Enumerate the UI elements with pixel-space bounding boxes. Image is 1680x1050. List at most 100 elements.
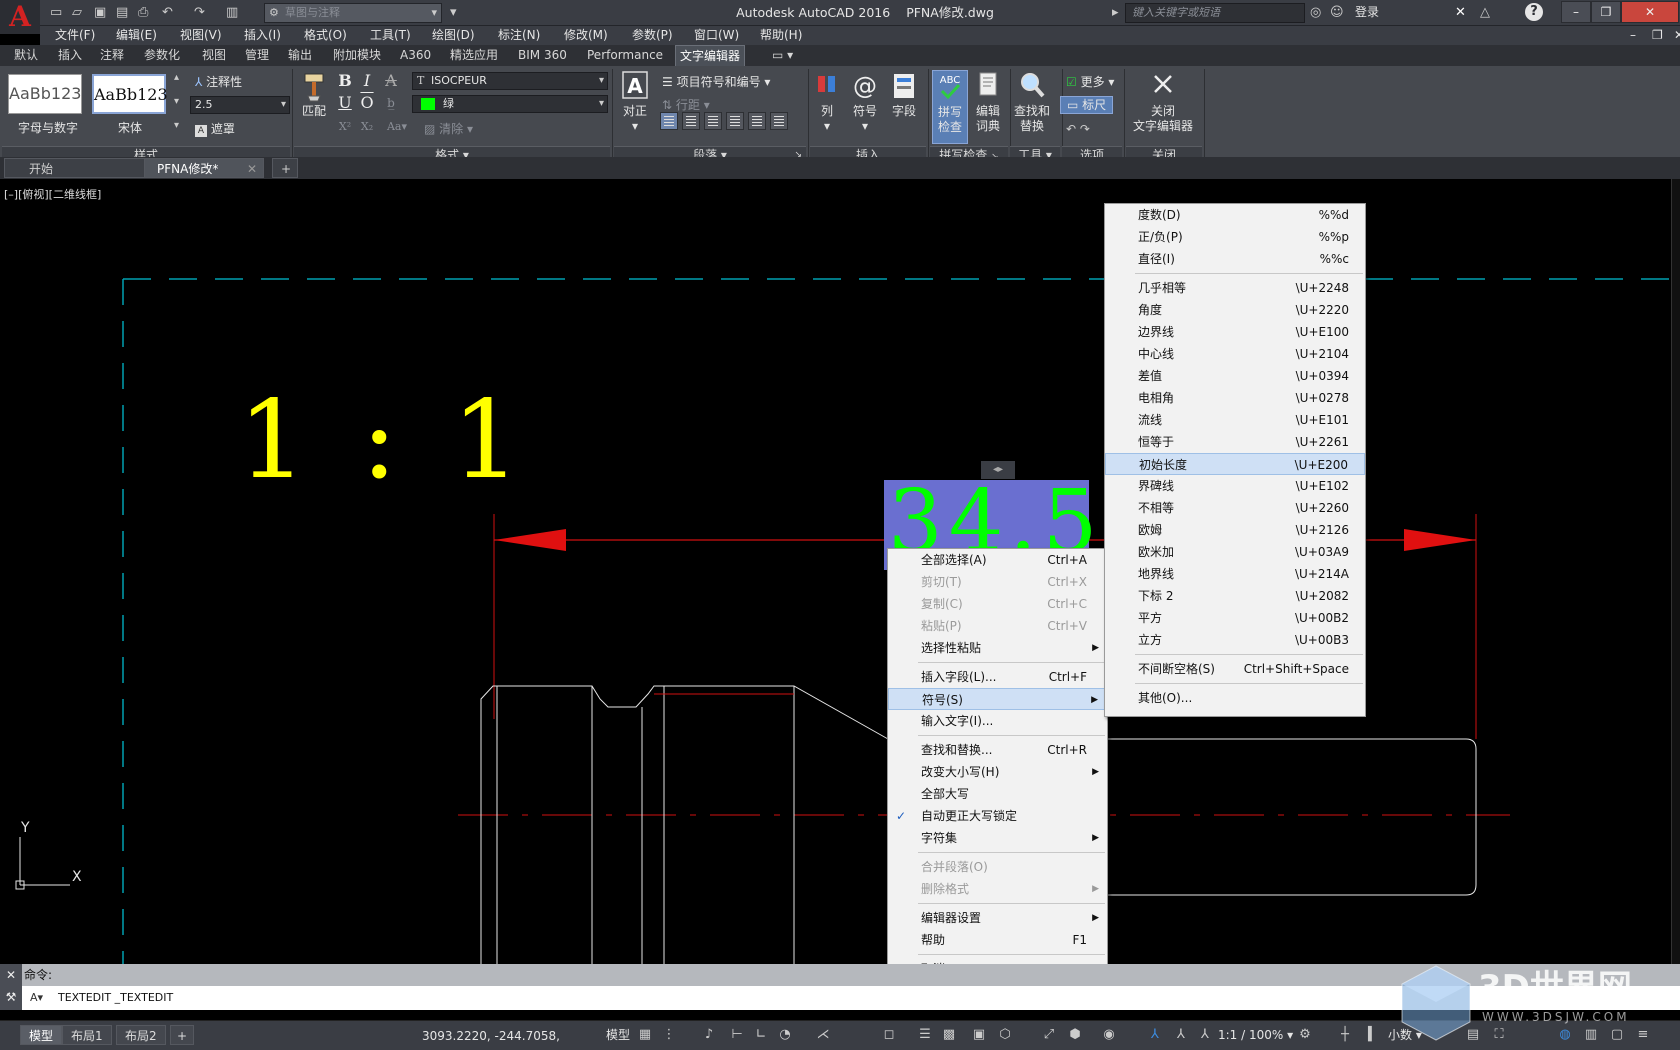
binoculars-icon[interactable]: ◎ <box>1310 3 1321 23</box>
gizmo-icon[interactable]: ◉ <box>1100 1026 1118 1044</box>
user-icon[interactable]: ☺ <box>1330 3 1344 23</box>
stack-icon[interactable]: b̲ <box>382 94 400 112</box>
italic-button[interactable]: I <box>358 72 376 90</box>
selection-filter-icon[interactable]: ⬢ <box>1066 1026 1084 1044</box>
save-icon[interactable]: ▣ <box>94 3 106 23</box>
close-command-icon[interactable]: ✕ <box>0 964 22 986</box>
3d-osnap-icon[interactable]: ⬡ <box>996 1026 1014 1044</box>
align-default-button[interactable] <box>660 112 678 130</box>
underline-button[interactable]: U <box>336 94 354 112</box>
symbol-menu-item[interactable]: 边界线 \U+E100 <box>1105 321 1365 343</box>
context-menu-item[interactable]: 插入字段(L)... Ctrl+F <box>888 666 1107 688</box>
superscript-button[interactable]: X² <box>336 118 354 136</box>
restore-icon[interactable]: ❐ <box>1591 1 1621 23</box>
symbol-menu-item[interactable]: 界碑线 \U+E102 <box>1105 475 1365 497</box>
add-layout-button[interactable]: + <box>170 1025 195 1045</box>
context-menu-item[interactable]: 查找和替换... Ctrl+R <box>888 739 1107 761</box>
text-height-input[interactable]: 2.5 <box>190 96 290 114</box>
tab-a360[interactable]: A360 <box>400 45 431 66</box>
dynamic-input-icon[interactable]: ⊢ <box>728 1026 746 1044</box>
symbol-menu-item[interactable]: 恒等于 \U+2261 <box>1105 431 1365 453</box>
bold-button[interactable]: B <box>336 72 354 90</box>
symbol-menu-item[interactable]: 其他(O)... <box>1105 687 1365 709</box>
strikethrough-button[interactable]: A <box>382 72 400 90</box>
line-spacing-button[interactable]: ⇅ 行距 ▾ <box>662 97 710 113</box>
symbol-menu-item[interactable]: 角度 \U+2220 <box>1105 299 1365 321</box>
overline-button[interactable]: O <box>358 94 376 112</box>
snap-icon[interactable]: ⋮ <box>660 1026 678 1044</box>
match-button[interactable]: 匹配 <box>296 70 332 119</box>
menu-help[interactable]: 帮助(H) <box>760 26 802 45</box>
align-distribute-button[interactable] <box>770 112 788 130</box>
menu-insert[interactable]: 插入(I) <box>244 26 281 45</box>
align-center-button[interactable] <box>704 112 722 130</box>
tab-bim360[interactable]: BIM 360 <box>518 45 567 66</box>
symbol-menu-item[interactable]: 欧姆 \U+2126 <box>1105 519 1365 541</box>
ruler-toggle[interactable]: ▭ 标尺 <box>1060 96 1114 114</box>
color-dropdown[interactable]: 绿 <box>412 95 608 113</box>
tab-insert[interactable]: 插入 <box>58 45 82 66</box>
menu-parametric[interactable]: 参数(P) <box>632 26 673 45</box>
workspace-switch-icon[interactable]: ⚙ <box>1296 1026 1314 1044</box>
tab-default[interactable]: 默认 <box>14 45 38 66</box>
symbol-menu-item[interactable]: 初始长度 \U+E200 <box>1105 453 1365 475</box>
new-tab-button[interactable]: + <box>272 158 298 178</box>
customize-quickaccess-icon[interactable]: ▾ <box>450 3 457 23</box>
tab-addins[interactable]: 附加模块 <box>333 45 381 66</box>
more-options-button[interactable]: ☑ 更多 ▾ <box>1066 74 1114 90</box>
annotation-monitor-icon[interactable]: ┼ <box>1336 1026 1354 1044</box>
context-menu-item[interactable]: 编辑器设置 ▶ <box>888 907 1107 929</box>
units-icon[interactable]: ▍ <box>1364 1026 1382 1044</box>
coordinates-display[interactable]: 3093.2220, -244.7058, 0.0000 <box>422 1025 600 1047</box>
symbol-menu-item[interactable]: 地界线 \U+214A <box>1105 563 1365 585</box>
menu-view[interactable]: 视图(V) <box>180 26 222 45</box>
clear-format-button[interactable]: ▨ 清除 ▾ <box>424 121 473 137</box>
tab-annotate[interactable]: 注释 <box>100 45 124 66</box>
spell-check-button[interactable]: ABC 拼写 检查 <box>932 70 968 144</box>
workspace-dropdown[interactable]: ⚙ 草图与注释 <box>264 3 442 23</box>
font-dropdown[interactable]: T ISOCPEUR <box>412 72 608 90</box>
align-right-button[interactable] <box>726 112 744 130</box>
share-icon[interactable]: ▥ <box>226 3 238 23</box>
menu-draw[interactable]: 绘图(D) <box>432 26 475 45</box>
save-as-icon[interactable]: ▤ <box>116 3 128 23</box>
transparency-icon[interactable]: ▩ <box>940 1026 958 1044</box>
symbol-menu-item[interactable]: 差值 \U+0394 <box>1105 365 1365 387</box>
lineweight-icon[interactable]: ☰ <box>916 1026 934 1044</box>
symbol-menu-item[interactable]: 中心线 \U+2104 <box>1105 343 1365 365</box>
model-space-toggle[interactable]: 模型 <box>606 1026 630 1044</box>
auto-scale-icon[interactable]: ⅄ <box>1172 1026 1190 1044</box>
symbol-menu-item[interactable]: 度数(D) %%d <box>1105 204 1365 226</box>
context-menu-item[interactable]: 输入文字(I)... <box>888 710 1107 732</box>
new-icon[interactable]: ▭ <box>50 3 62 23</box>
application-menu-button[interactable]: A <box>0 0 40 34</box>
symbol-menu-item[interactable]: 不相等 \U+2260 <box>1105 497 1365 519</box>
menu-modify[interactable]: 修改(M) <box>564 26 608 45</box>
symbol-button[interactable]: @ 符号 ▾ <box>848 70 882 134</box>
symbol-menu-item[interactable]: 电相角 \U+0278 <box>1105 387 1365 409</box>
isodraft-icon[interactable]: ⋌ <box>814 1026 832 1044</box>
subscript-button[interactable]: X₂ <box>358 118 376 136</box>
ortho-icon[interactable]: ∟ <box>752 1026 770 1044</box>
vertical-scrollbar[interactable] <box>1671 179 1680 964</box>
style-sample-alphanumeric[interactable]: AaBb123 <box>8 74 82 114</box>
infer-icon[interactable]: ♪ <box>700 1026 718 1044</box>
style-scroll-down-icon[interactable]: ▾ <box>174 96 179 108</box>
menu-format[interactable]: 格式(O) <box>304 26 347 45</box>
tab-output[interactable]: 输出 <box>288 45 312 66</box>
menu-file[interactable]: 文件(F) <box>55 26 95 45</box>
open-icon[interactable]: ▱ <box>72 3 82 23</box>
style-sample-songti[interactable]: AaBb123 <box>92 74 168 114</box>
symbol-menu-item[interactable]: 不间断空格(S) Ctrl+Shift+Space <box>1105 658 1365 680</box>
symbol-menu-item[interactable]: 下标 2 \U+2082 <box>1105 585 1365 607</box>
help-search-input[interactable]: 键入关键字或短语 <box>1125 3 1305 23</box>
mask-button[interactable]: A 遮罩 <box>195 121 235 137</box>
symbol-menu-item[interactable]: 几乎相等 \U+2248 <box>1105 277 1365 299</box>
annotative-toggle[interactable]: ⅄ 注释性 <box>195 74 242 90</box>
context-menu-item[interactable]: 改变大小写(H) ▶ <box>888 761 1107 783</box>
plot-icon[interactable]: ⎙ <box>138 3 148 23</box>
selection-cycling-icon[interactable]: ▣ <box>970 1026 988 1044</box>
symbol-menu-item[interactable]: 正/负(P) %%p <box>1105 226 1365 248</box>
align-justify-button[interactable] <box>748 112 766 130</box>
undo-text-icon[interactable]: ↶ ↷ <box>1066 121 1090 137</box>
